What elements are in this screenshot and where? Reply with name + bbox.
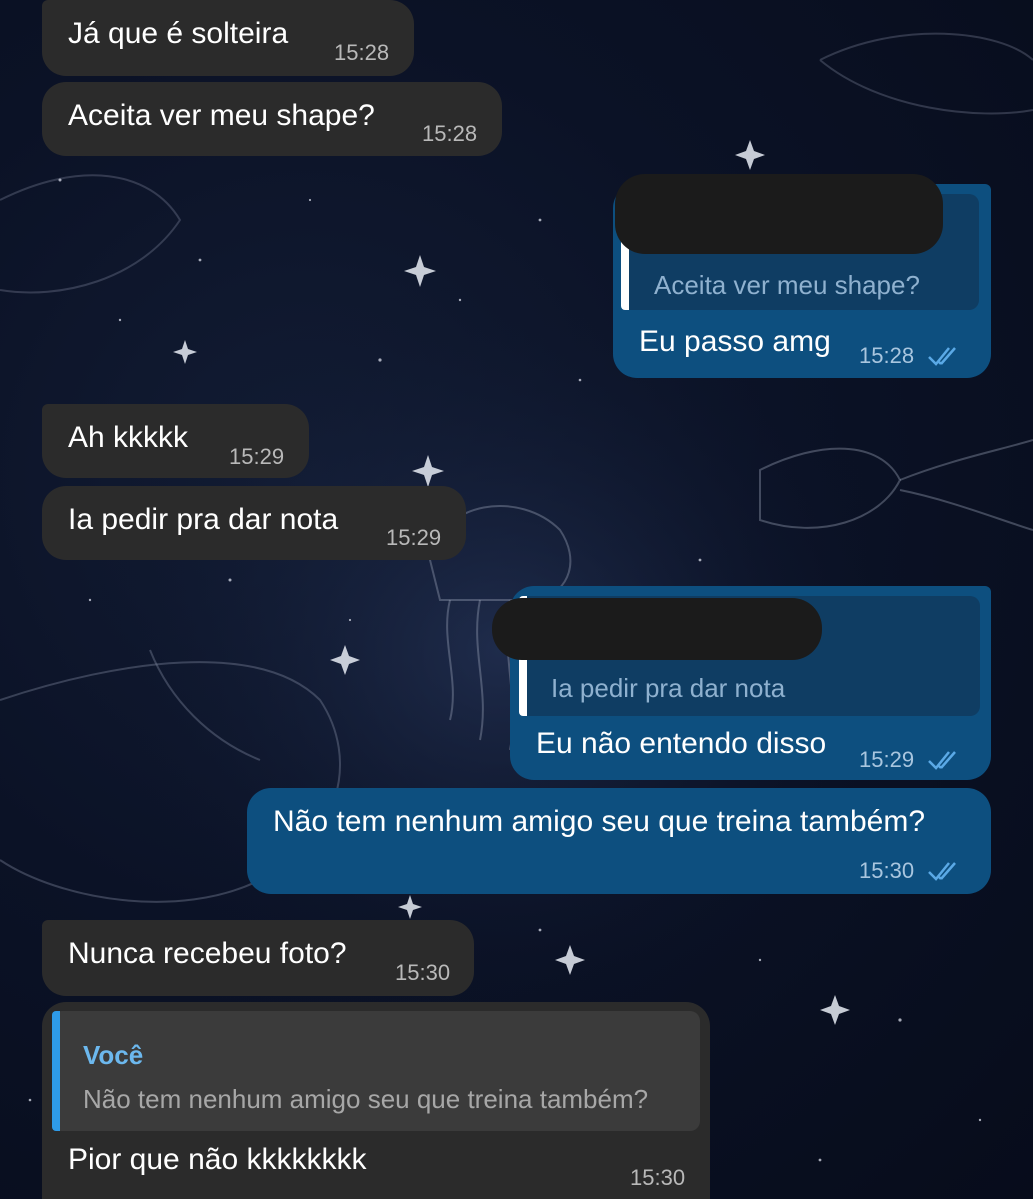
message-time: 15:29 bbox=[229, 444, 285, 469]
message-text: Aceita ver meu shape? bbox=[68, 99, 375, 132]
message-time: 15:30 bbox=[630, 1165, 686, 1190]
message-text: Eu não entendo disso bbox=[536, 727, 827, 760]
message-time: 15:30 bbox=[395, 960, 451, 985]
message-time: 15:29 bbox=[859, 747, 915, 772]
reply-quote[interactable]: Você Não tem nenhum amigo seu que treina… bbox=[52, 1011, 700, 1131]
incoming-message[interactable]: Você Não tem nenhum amigo seu que treina… bbox=[42, 1002, 710, 1199]
incoming-message[interactable]: Aceita ver meu shape? 15:28 bbox=[42, 82, 502, 156]
message-text: Já que é solteira bbox=[68, 17, 289, 50]
message-text: Nunca recebeu foto? bbox=[68, 937, 347, 970]
reply-quote-text: Ia pedir pra dar nota bbox=[551, 673, 786, 703]
message-text: Pior que não kkkkkkkk bbox=[68, 1143, 367, 1176]
double-check-icon bbox=[928, 751, 956, 770]
redacted-name bbox=[615, 174, 943, 254]
incoming-message[interactable]: Já que é solteira 15:28 bbox=[42, 0, 414, 76]
message-time: 15:29 bbox=[386, 525, 442, 550]
reply-quote-text: Aceita ver meu shape? bbox=[654, 270, 920, 300]
incoming-message[interactable]: Ah kkkkk 15:29 bbox=[42, 404, 309, 478]
double-check-icon bbox=[928, 862, 956, 881]
message-text: Eu passo amg bbox=[639, 325, 831, 358]
message-time: 15:28 bbox=[334, 40, 390, 65]
reply-accent-bar bbox=[52, 1011, 60, 1131]
message-time: 15:30 bbox=[859, 858, 915, 883]
message-text: Ia pedir pra dar nota bbox=[68, 503, 339, 536]
message-text: Ah kkkkk bbox=[68, 421, 189, 454]
message-time: 15:28 bbox=[859, 343, 915, 368]
redacted-name bbox=[492, 598, 822, 660]
message-time: 15:28 bbox=[422, 121, 478, 146]
outgoing-message[interactable]: Não tem nenhum amigo seu que treina tamb… bbox=[247, 788, 991, 894]
reply-sender-name: Você bbox=[83, 1040, 144, 1070]
double-check-icon bbox=[928, 347, 956, 366]
message-text: Não tem nenhum amigo seu que treina tamb… bbox=[273, 805, 926, 838]
incoming-message[interactable]: Ia pedir pra dar nota 15:29 bbox=[42, 486, 466, 560]
reply-quote-text: Não tem nenhum amigo seu que treina tamb… bbox=[83, 1084, 649, 1114]
incoming-message[interactable]: Nunca recebeu foto? 15:30 bbox=[42, 920, 474, 996]
